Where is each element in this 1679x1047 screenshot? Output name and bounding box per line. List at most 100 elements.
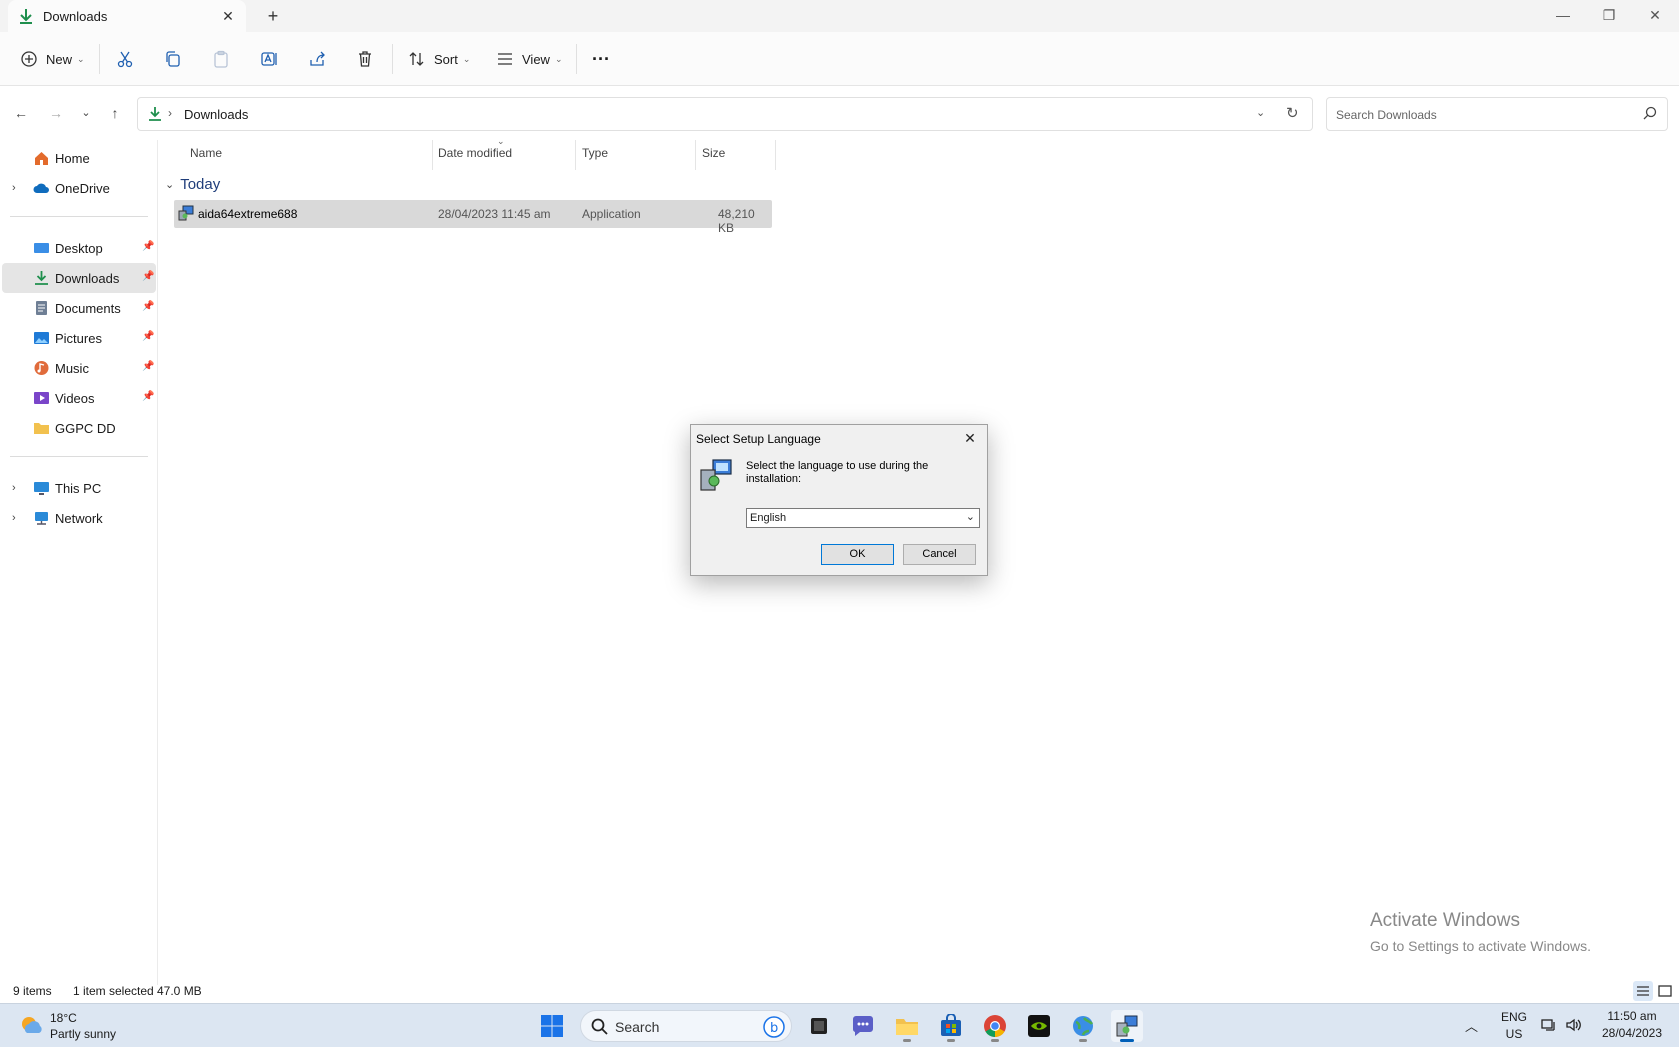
store-taskbar-button[interactable] <box>935 1010 967 1042</box>
sidebar-item-documents[interactable]: Documents 📌 <box>2 293 156 323</box>
file-name: aida64extreme688 <box>198 207 298 221</box>
search-input[interactable]: Search Downloads <box>1336 108 1437 122</box>
refresh-icon[interactable]: ↻ <box>1286 104 1299 122</box>
sort-button[interactable]: Sort ⌄ <box>408 42 470 76</box>
sidebar-item-music[interactable]: Music 📌 <box>2 353 156 383</box>
pin-icon[interactable]: 📌 <box>142 241 154 252</box>
nvidia-taskbar-button[interactable] <box>1023 1010 1055 1042</box>
sidebar-item-downloads[interactable]: Downloads 📌 <box>2 263 156 293</box>
clipboard-icon <box>214 50 228 68</box>
divider <box>576 44 577 74</box>
download-icon <box>33 270 50 286</box>
column-divider[interactable] <box>575 140 576 170</box>
maximize-button[interactable]: ❐ <box>1586 0 1632 32</box>
copy-icon <box>166 51 180 67</box>
weather-temperature: 18°C <box>50 1011 77 1025</box>
sidebar-item-network[interactable]: › Network <box>2 503 156 533</box>
ok-button[interactable]: OK <box>821 544 894 565</box>
column-header-size[interactable]: Size <box>702 146 725 160</box>
chevron-down-icon: ⌄ <box>462 53 471 64</box>
close-icon[interactable]: ✕ <box>957 427 983 449</box>
bing-icon[interactable]: b <box>763 1016 785 1041</box>
new-button[interactable]: New ⌄ <box>20 42 85 76</box>
start-button[interactable] <box>536 1010 568 1042</box>
view-button[interactable]: View ⌄ <box>496 42 563 76</box>
forward-arrow-icon[interactable]: → <box>46 103 66 123</box>
file-type: Application <box>582 207 641 221</box>
pin-icon[interactable]: 📌 <box>142 391 154 402</box>
chrome-taskbar-button[interactable] <box>979 1010 1011 1042</box>
desktop-icon <box>33 240 50 256</box>
copy-button[interactable] <box>164 42 182 76</box>
tab-downloads[interactable]: Downloads ✕ <box>8 0 246 32</box>
taskbar-search[interactable]: Search b <box>580 1010 792 1042</box>
task-view-button[interactable] <box>803 1010 835 1042</box>
table-row[interactable]: aida64extreme688 28/04/2023 11:45 am App… <box>174 200 772 235</box>
minimize-button[interactable]: — <box>1540 0 1586 32</box>
chevron-right-icon[interactable]: › <box>12 512 16 524</box>
network-status-icon[interactable] <box>1540 1016 1558 1037</box>
keyboard-region: US <box>1505 1027 1523 1041</box>
column-header-date-modified[interactable]: Date modified <box>438 146 512 160</box>
pin-icon[interactable]: 📌 <box>142 271 154 282</box>
sidebar-item-onedrive[interactable]: › OneDrive <box>2 173 156 203</box>
watermark-title: Activate Windows <box>1370 910 1520 931</box>
volume-icon[interactable] <box>1565 1016 1583 1037</box>
paste-button[interactable] <box>212 42 230 76</box>
installer-icon <box>1116 1015 1138 1037</box>
delete-button[interactable] <box>356 42 374 76</box>
tiles-view-icon[interactable] <box>1655 981 1675 1001</box>
pin-icon[interactable]: 📌 <box>142 301 154 312</box>
show-hidden-icons-chevron-icon[interactable]: ︿ <box>1465 1016 1478 1035</box>
sidebar-item-pictures[interactable]: Pictures 📌 <box>2 323 156 353</box>
address-bar[interactable]: › Downloads ⌄ ↻ <box>137 97 1313 131</box>
clock[interactable]: 11:50 am 28/04/2023 <box>1592 1009 1672 1040</box>
divider <box>99 44 100 74</box>
sidebar-item-this-pc[interactable]: › This PC <box>2 473 156 503</box>
download-icon <box>147 106 163 125</box>
address-dropdown-chevron-icon[interactable]: ⌄ <box>1256 106 1265 119</box>
column-divider[interactable] <box>775 140 776 170</box>
svg-text:b: b <box>770 1021 778 1036</box>
sidebar-item-desktop[interactable]: Desktop 📌 <box>2 233 156 263</box>
pin-icon[interactable]: 📌 <box>142 361 154 372</box>
breadcrumb-downloads[interactable]: Downloads <box>184 107 248 122</box>
teams-chat-button[interactable] <box>847 1010 879 1042</box>
language-select[interactable]: English ⌄ <box>746 508 980 528</box>
sidebar-item-ggpc-dd[interactable]: GGPC DD <box>2 413 156 443</box>
scissors-icon <box>117 51 133 68</box>
rename-button[interactable] <box>260 42 278 76</box>
installer-taskbar-button[interactable] <box>1111 1010 1143 1042</box>
view-list-icon <box>498 53 512 65</box>
column-divider[interactable] <box>432 140 433 170</box>
chevron-right-icon[interactable]: › <box>12 482 16 494</box>
new-tab-button[interactable]: + <box>262 5 284 27</box>
column-header-type[interactable]: Type <box>582 146 608 160</box>
column-divider[interactable] <box>695 140 696 170</box>
pin-icon[interactable]: 📌 <box>142 331 154 342</box>
column-header-name[interactable]: Name <box>190 146 222 160</box>
sidebar-item-home[interactable]: Home <box>2 143 156 173</box>
search-box[interactable]: Search Downloads <box>1326 97 1668 131</box>
sidebar-item-label: This PC <box>55 481 102 496</box>
group-header-today[interactable]: ⌄ Today <box>165 176 220 193</box>
language-code: ENG <box>1500 1010 1527 1024</box>
input-language-indicator[interactable]: ENG US <box>1496 1010 1532 1041</box>
close-tab-icon[interactable]: ✕ <box>218 6 238 26</box>
globe-app-taskbar-button[interactable] <box>1067 1010 1099 1042</box>
share-button[interactable] <box>308 42 326 76</box>
sidebar-item-videos[interactable]: Videos 📌 <box>2 383 156 413</box>
chevron-right-icon[interactable]: › <box>12 182 16 194</box>
cancel-button[interactable]: Cancel <box>903 544 976 565</box>
recent-locations-chevron-icon[interactable]: ⌄ <box>76 103 96 123</box>
cut-button[interactable] <box>116 42 134 76</box>
search-icon <box>591 1018 608 1038</box>
language-select-value: English <box>750 512 787 524</box>
sidebar-item-label: OneDrive <box>55 181 110 196</box>
up-arrow-icon[interactable]: ↑ <box>105 103 125 123</box>
close-window-button[interactable]: ✕ <box>1632 0 1678 32</box>
details-view-icon[interactable] <box>1633 981 1653 1001</box>
back-arrow-icon[interactable]: ← <box>11 103 31 123</box>
file-explorer-taskbar-button[interactable] <box>891 1010 923 1042</box>
more-options-button[interactable]: ··· <box>592 42 610 76</box>
